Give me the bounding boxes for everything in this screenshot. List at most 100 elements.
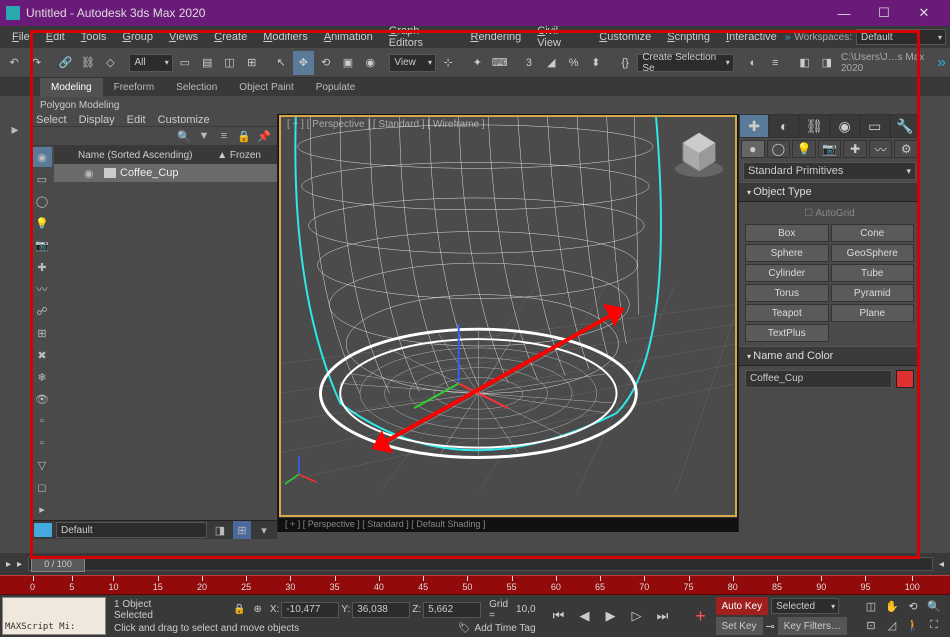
viewport-secondary[interactable]: [ + ] [ Perspective ] [ Standard ] [ Def… [279, 517, 737, 531]
select-region-button[interactable]: ◫ [219, 51, 239, 75]
sp-filter-pin-icon[interactable]: ◻ [32, 477, 52, 497]
angle-snap-button[interactable]: ◢ [541, 51, 561, 75]
sp-menu-display[interactable]: Display [79, 114, 115, 126]
sp-filter-shape-icon[interactable]: ◯ [32, 191, 52, 211]
sp-filter-xref-icon[interactable]: ✖ [32, 345, 52, 365]
menu-grapheditors[interactable]: Graph Editors [381, 22, 463, 52]
tab-create[interactable]: ✚ [739, 114, 769, 138]
nav-maximize-icon[interactable]: ⛶ [924, 617, 944, 635]
sp-filter-bone-icon[interactable]: ☍ [32, 301, 52, 321]
subtab-cameras-icon[interactable]: 📷 [818, 140, 842, 158]
time-slider[interactable]: 0 / 100 [28, 557, 933, 571]
select-button[interactable]: ▭ [175, 51, 195, 75]
menu-edit[interactable]: Edit [38, 28, 73, 46]
viewcube[interactable] [671, 125, 727, 181]
btn-tube[interactable]: Tube [831, 264, 915, 282]
sp-filter-icon[interactable]: ▼ [195, 127, 213, 145]
btn-cone[interactable]: Cone [831, 224, 915, 242]
ribbon-selection[interactable]: Selection [165, 78, 228, 97]
link-button[interactable]: 🔗 [56, 51, 76, 75]
rollout-object-type[interactable]: Object Type [739, 182, 920, 202]
align-button[interactable]: ≡ [765, 51, 785, 75]
ribbon-objectpaint[interactable]: Object Paint [228, 78, 304, 97]
keymode-dropdown[interactable]: Selected [771, 598, 839, 614]
rail-1[interactable]: ▸ [3, 117, 27, 141]
toggle-explorer-button[interactable]: ◧ [794, 51, 814, 75]
manipulate-button[interactable]: ✦ [467, 51, 487, 75]
nav-orbit-icon[interactable]: ⟲ [903, 598, 923, 616]
btn-geosphere[interactable]: GeoSphere [831, 244, 915, 262]
undo-button[interactable]: ↶ [4, 51, 24, 75]
set-key-button[interactable]: + [690, 605, 712, 627]
object-color-swatch[interactable] [896, 370, 914, 388]
layer-btn-1[interactable]: ◨ [211, 521, 229, 539]
maximize-button[interactable]: ☐ [864, 0, 904, 26]
subtab-spacewarps-icon[interactable]: 〰 [869, 140, 893, 158]
workspace-dropdown[interactable]: Default [856, 29, 946, 45]
menu-group[interactable]: Group [114, 28, 161, 46]
object-name-input[interactable]: Coffee_Cup [745, 370, 892, 388]
sp-list[interactable]: ◉ Coffee_Cup [54, 164, 277, 520]
layer-btn-3[interactable]: ▾ [255, 521, 273, 539]
autokey-button[interactable]: Auto Key [716, 597, 769, 615]
nav-zoomext-icon[interactable]: ⊡ [861, 617, 881, 635]
menu-customize[interactable]: Customize [591, 28, 659, 46]
placement-button[interactable]: ◉ [360, 51, 380, 75]
minimize-button[interactable]: — [824, 0, 864, 26]
menu-tools[interactable]: Tools [73, 28, 115, 46]
menu-views[interactable]: Views [161, 28, 206, 46]
goto-end-button[interactable]: ⏭ [652, 605, 674, 627]
list-item[interactable]: ◉ Coffee_Cup [54, 164, 277, 182]
sp-filter-hidden-icon[interactable]: 👁 [32, 389, 52, 409]
nav-zoom-icon[interactable]: 🔍 [924, 598, 944, 616]
sp-lock-icon[interactable]: 🔒 [235, 127, 253, 145]
percent-snap-button[interactable]: % [563, 51, 583, 75]
coord-x-input[interactable]: -10,477 [281, 602, 339, 618]
sp-filter-funnel-icon[interactable]: ▽ [32, 455, 52, 475]
menu-create[interactable]: Create [206, 28, 255, 46]
tab-motion[interactable]: ◉ [830, 114, 860, 138]
autogrid-checkbox[interactable]: ☐ AutoGrid [745, 206, 914, 221]
sp-menu-edit[interactable]: Edit [127, 114, 146, 126]
btn-sphere[interactable]: Sphere [745, 244, 829, 262]
sp-menu-select[interactable]: Select [36, 114, 67, 126]
next-frame-button[interactable]: ▷ [626, 605, 648, 627]
play-button[interactable]: ▶ [600, 605, 622, 627]
maxscript-listener[interactable]: MAXScript Mi: [2, 597, 106, 635]
layer-explorer-button[interactable]: ◨ [817, 51, 837, 75]
prev-frame-button[interactable]: ◀ [574, 605, 596, 627]
selection-set-dropdown[interactable]: Create Selection Se [637, 54, 734, 72]
sp-pin-icon[interactable]: 📌 [255, 127, 273, 145]
layer-color-icon[interactable] [34, 523, 52, 537]
ribbon-modeling[interactable]: Modeling [40, 78, 103, 97]
tab-display[interactable]: ▭ [860, 114, 890, 138]
nav-pan-icon[interactable]: ✋ [882, 598, 902, 616]
sp-filter-geom-icon[interactable]: ▭ [32, 169, 52, 189]
sp-filter-all-icon[interactable]: ◉ [32, 147, 52, 167]
snap-button[interactable]: 3 [519, 51, 539, 75]
sp-filter-space-icon[interactable]: 〰 [32, 279, 52, 299]
layer-dropdown[interactable]: Default [56, 522, 207, 538]
window-crossing-button[interactable]: ⊞ [242, 51, 262, 75]
btn-box[interactable]: Box [745, 224, 829, 242]
sp-filter-group-icon[interactable]: ⊞ [32, 323, 52, 343]
setkey-button[interactable]: Set Key [716, 617, 763, 635]
coord-z-input[interactable]: 5,662 [423, 602, 481, 618]
trackbar-expand-icon-2[interactable]: ▸ [17, 559, 22, 570]
btn-textplus[interactable]: TextPlus [745, 324, 829, 342]
subtab-shapes-icon[interactable]: ◯ [767, 140, 791, 158]
menu-scripting[interactable]: Scripting [659, 28, 718, 46]
pivot-button[interactable]: ⊹ [438, 51, 458, 75]
trackbar-collapse-icon[interactable]: ◂ [939, 559, 944, 570]
btn-cylinder[interactable]: Cylinder [745, 264, 829, 282]
sp-search-icon[interactable]: 🔍 [175, 127, 193, 145]
menu-interactive[interactable]: Interactive [718, 28, 785, 46]
ribbon-populate[interactable]: Populate [305, 78, 366, 97]
sp-filter-13-icon[interactable]: ▫ [32, 411, 52, 431]
redo-button[interactable]: ↷ [26, 51, 46, 75]
add-time-tag[interactable]: Add Time Tag [475, 623, 536, 634]
nav-isolate-icon[interactable]: ◫ [861, 598, 881, 616]
rotate-button[interactable]: ⟲ [316, 51, 336, 75]
menu-file[interactable]: File [4, 28, 38, 46]
sp-filter-frozen-icon[interactable]: ❄ [32, 367, 52, 387]
